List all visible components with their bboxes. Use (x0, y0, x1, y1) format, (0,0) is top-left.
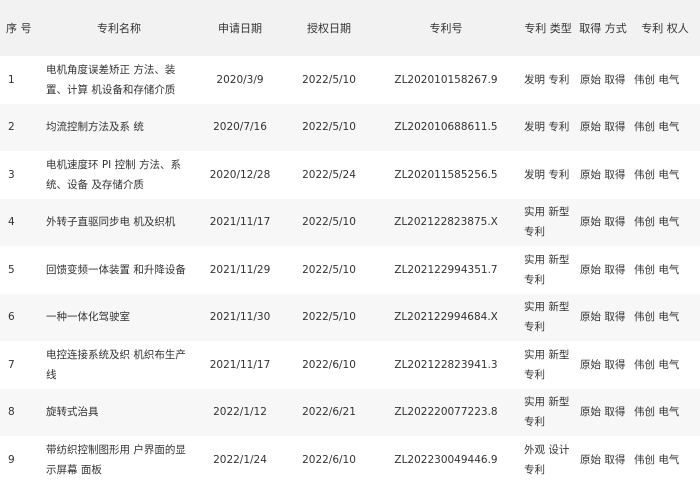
cell-grant-date: 2022/6/21 (302, 406, 356, 419)
cell-patent-number: ZL202230049446.9 (394, 453, 498, 466)
table-row: 7 电控连接系统及织 机织布生产线 2021/11/17 2022/6/10 ZL202… (0, 341, 700, 389)
cell-owner: 伟创 电气 (634, 263, 680, 276)
cell-name: 带纺织控制图形用 户界面的显示屏幕 面板 (46, 443, 186, 476)
cell-patent-number: ZL202122823875.X (394, 216, 498, 229)
cell-no: 7 (8, 358, 15, 371)
cell-grant-date: 2022/6/10 (302, 453, 356, 466)
cell-patent-number: ZL202011585256.5 (394, 168, 498, 181)
cell-apply-date: 2021/11/17 (209, 216, 271, 229)
header-type: 专利 类型 (524, 22, 572, 35)
header-grant-date: 授权日期 (307, 22, 351, 35)
cell-patent-number: ZL202122994684.X (394, 311, 498, 324)
cell-grant-date: 2022/5/10 (302, 311, 356, 324)
cell-no: 6 (8, 311, 15, 324)
cell-method: 原始 取得 (580, 453, 626, 466)
cell-no: 8 (8, 406, 15, 419)
cell-type: 实用 新型 专利 (524, 348, 570, 381)
cell-method: 原始 取得 (580, 121, 626, 134)
cell-name: 电机速度环 PI 控制 方法、系统、设备 及存储介质 (46, 158, 181, 191)
cell-owner: 伟创 电气 (634, 406, 680, 419)
cell-owner: 伟创 电气 (634, 168, 680, 181)
cell-name: 外转子直驱同步电 机及织机 (46, 216, 176, 229)
cell-patent-number: ZL202220077223.8 (394, 406, 498, 419)
cell-method: 原始 取得 (580, 358, 626, 371)
cell-type: 实用 新型 专利 (524, 396, 570, 429)
cell-no: 3 (8, 168, 15, 181)
cell-type: 实用 新型 专利 (524, 301, 570, 334)
cell-apply-date: 2020/7/16 (213, 121, 267, 134)
table-header: 序 号 专利名称 申请日期 授权日期 专利号 专利 类型 取得 方式 专利 权人 (0, 0, 700, 56)
cell-method: 原始 取得 (580, 216, 626, 229)
cell-name: 电机角度误差矫正 方法、装置、计算 机设备和存储介质 (46, 63, 176, 96)
header-no: 序 号 (6, 22, 32, 35)
header-name: 专利名称 (97, 22, 141, 35)
cell-no: 9 (8, 453, 15, 466)
cell-owner: 伟创 电气 (634, 453, 680, 466)
cell-method: 原始 取得 (580, 263, 626, 276)
cell-method: 原始 取得 (580, 168, 626, 181)
header-patent-number: 专利号 (429, 22, 463, 35)
cell-grant-date: 2022/5/24 (302, 168, 356, 181)
cell-type: 外观 设计 专利 (524, 443, 570, 476)
cell-apply-date: 2022/1/24 (213, 453, 267, 466)
patent-table: 序 号 专利名称 申请日期 授权日期 专利号 专利 类型 取得 方式 专利 权人… (0, 0, 700, 484)
cell-type: 发明 专利 (524, 73, 570, 86)
cell-owner: 伟创 电气 (634, 73, 680, 86)
cell-patent-number: ZL202122823941.3 (394, 358, 498, 371)
cell-patent-number: ZL202010158267.9 (394, 73, 498, 86)
cell-apply-date: 2022/1/12 (213, 406, 267, 419)
cell-apply-date: 2021/11/30 (209, 311, 271, 324)
cell-owner: 伟创 电气 (634, 358, 680, 371)
cell-type: 实用 新型 专利 (524, 253, 570, 286)
cell-no: 2 (8, 121, 15, 134)
table-row: 5 回馈变频一体装置 和升降设备 2021/11/29 2022/5/10 ZL2021… (0, 246, 700, 294)
cell-type: 发明 专利 (524, 168, 570, 181)
cell-method: 原始 取得 (580, 73, 626, 86)
cell-name: 回馈变频一体装置 和升降设备 (46, 263, 186, 276)
table-row: 9 带纺织控制图形用 户界面的显示屏幕 面板 2022/1/24 2022/6/10 Z… (0, 436, 700, 484)
cell-apply-date: 2021/11/29 (209, 263, 271, 276)
header-method: 取得 方式 (579, 22, 627, 35)
table-row: 1 电机角度误差矫正 方法、装置、计算 机设备和存储介质 2020/3/9 2022/… (0, 56, 700, 104)
table-row: 6 一种一体化驾驶室 2021/11/30 2022/5/10 ZL2021229946… (0, 293, 700, 341)
cell-no: 1 (8, 73, 15, 86)
cell-grant-date: 2022/5/10 (302, 73, 356, 86)
header-owner: 专利 权人 (641, 22, 689, 35)
cell-name: 旋转式治具 (46, 406, 99, 419)
cell-apply-date: 2020/3/9 (216, 73, 264, 86)
table-row: 2 均流控制方法及系 统 2020/7/16 2022/5/10 ZL202010688… (0, 103, 700, 151)
cell-grant-date: 2022/5/10 (302, 121, 356, 134)
cell-type: 发明 专利 (524, 121, 570, 134)
table-row: 8 旋转式治具 2022/1/12 2022/6/21 ZL202220077223.8… (0, 388, 700, 436)
table-row: 3 电机速度环 PI 控制 方法、系统、设备 及存储介质 2020/12/28 202… (0, 151, 700, 199)
cell-grant-date: 2022/5/10 (302, 263, 356, 276)
cell-method: 原始 取得 (580, 406, 626, 419)
cell-owner: 伟创 电气 (634, 121, 680, 134)
cell-name: 均流控制方法及系 统 (46, 121, 144, 134)
cell-method: 原始 取得 (580, 311, 626, 324)
cell-no: 4 (8, 216, 15, 229)
cell-type: 实用 新型 专利 (524, 206, 570, 239)
cell-owner: 伟创 电气 (634, 216, 680, 229)
table-row: 4 外转子直驱同步电 机及织机 2021/11/17 2022/5/10 ZL20212… (0, 198, 700, 246)
header-apply-date: 申请日期 (218, 22, 262, 35)
cell-name: 电控连接系统及织 机织布生产线 (46, 348, 186, 381)
cell-apply-date: 2020/12/28 (209, 168, 271, 181)
header-row: 序 号 专利名称 申请日期 授权日期 专利号 专利 类型 取得 方式 专利 权人 (0, 0, 700, 56)
cell-patent-number: ZL202122994351.7 (394, 263, 498, 276)
table-body: 1 电机角度误差矫正 方法、装置、计算 机设备和存储介质 2020/3/9 2022/… (0, 56, 700, 484)
cell-apply-date: 2021/11/17 (209, 358, 271, 371)
cell-name: 一种一体化驾驶室 (46, 311, 130, 324)
cell-grant-date: 2022/6/10 (302, 358, 356, 371)
cell-no: 5 (8, 263, 15, 276)
cell-owner: 伟创 电气 (634, 311, 680, 324)
cell-patent-number: ZL202010688611.5 (394, 121, 498, 134)
cell-grant-date: 2022/5/10 (302, 216, 356, 229)
